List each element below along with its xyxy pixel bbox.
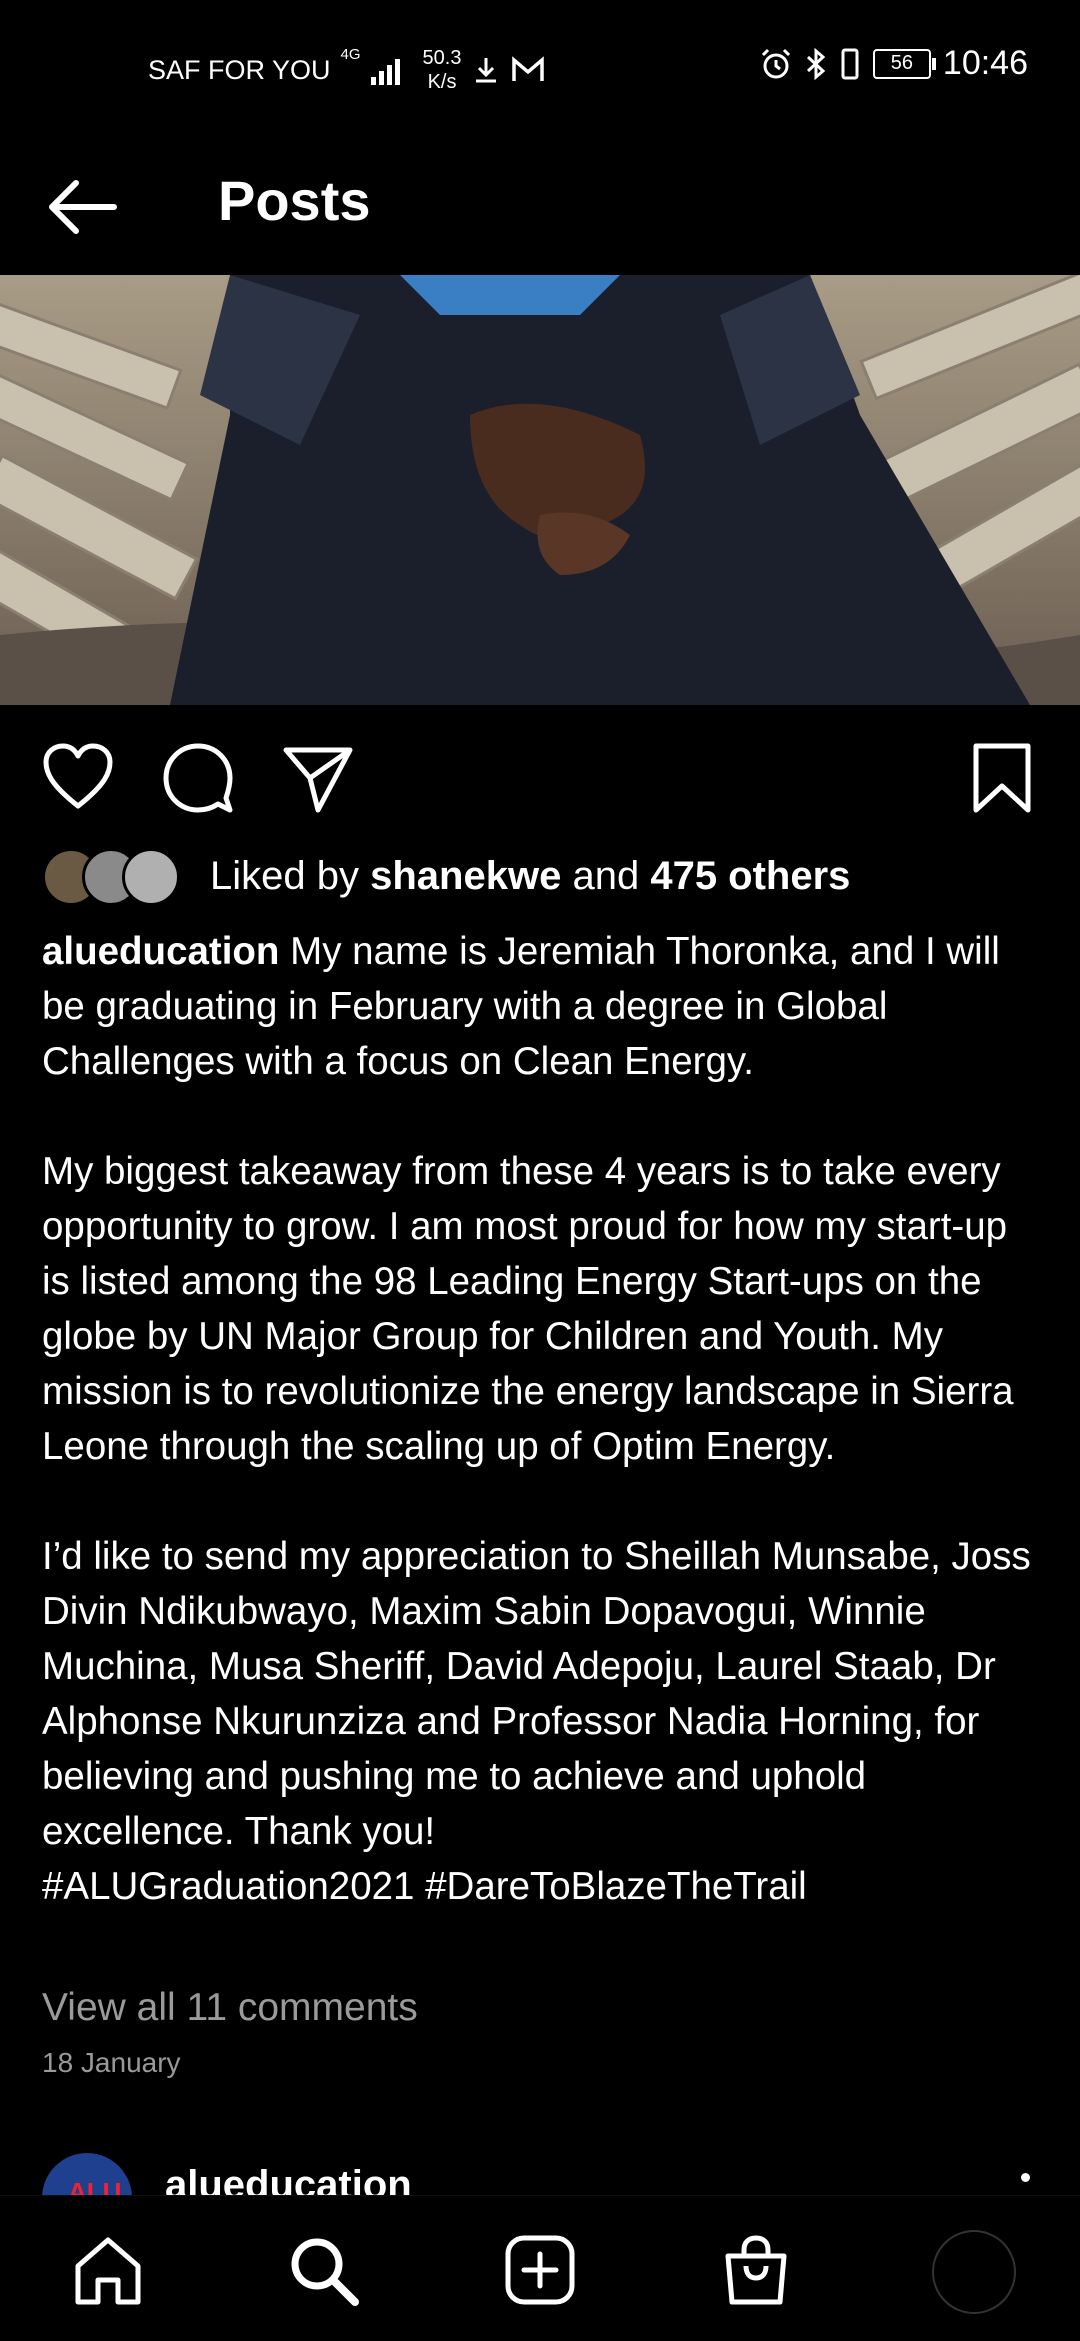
vibrate-icon [841, 48, 859, 79]
paper-plane-icon[interactable] [280, 740, 356, 816]
liker-avatars [42, 848, 192, 906]
battery-level: 56 [890, 52, 914, 74]
plus-square-icon[interactable] [502, 2232, 578, 2308]
view-comments-link[interactable]: View all 11 comments [42, 1980, 418, 2036]
shopping-bag-icon[interactable] [718, 2232, 794, 2308]
page-title: Posts [218, 169, 371, 232]
more-options-icon[interactable] [1021, 2173, 1030, 2182]
comment-bubble-icon[interactable] [160, 740, 236, 816]
avatar[interactable]: ALU [42, 2153, 132, 2195]
avatar [122, 848, 180, 906]
likes-row[interactable]: Liked by shanekwe and 475 others [42, 848, 850, 906]
post-caption: alueducation My name is Jeremiah Thoronk… [42, 924, 1042, 1914]
heart-icon[interactable] [40, 740, 116, 816]
post-actions [0, 730, 1080, 820]
speed-value: 50.3 [422, 47, 462, 69]
liked-by-others[interactable]: 475 others [650, 848, 850, 904]
network-speed: 50.3 K/s [423, 46, 462, 94]
liked-by-prefix: Liked by [210, 854, 359, 898]
caption-author[interactable]: alueducation [42, 930, 279, 973]
next-post-author[interactable]: alueducation [165, 2163, 412, 2195]
battery-indicator: 56 [872, 48, 936, 79]
network-type: 4G [340, 46, 361, 63]
search-icon[interactable] [285, 2232, 361, 2308]
status-left: SAF FOR YOU 4G 50.3 K/s [148, 46, 545, 94]
download-icon [476, 58, 497, 83]
liked-by-user[interactable]: shanekwe [370, 848, 561, 904]
next-post-header: ALU alueducation [0, 2145, 1080, 2195]
post-photo-illustration [0, 275, 1080, 705]
carrier-label: SAF FOR YOU [148, 54, 331, 85]
bottom-navigation [0, 2195, 1080, 2341]
app-bar: Posts [0, 135, 1080, 275]
status-right: 56 10:46 [759, 44, 1028, 83]
post-date: 18 January [42, 2047, 181, 2078]
home-icon[interactable] [70, 2232, 146, 2308]
arrow-left-icon[interactable] [44, 173, 120, 241]
clock: 10:46 [942, 44, 1028, 82]
speed-unit: K/s [427, 71, 457, 93]
caption-text: My name is Jeremiah Thoronka, and I will… [42, 930, 1031, 1908]
signal-icon [370, 59, 400, 85]
gmail-icon [512, 56, 545, 81]
alarm-icon [761, 48, 790, 78]
post-image[interactable] [0, 275, 1080, 705]
status-bar: SAF FOR YOU 4G 50.3 K/s 56 10:46 [0, 0, 1080, 135]
alu-logo-icon: ALU [68, 2177, 122, 2195]
profile-avatar[interactable] [932, 2230, 1016, 2314]
liked-by-middle: and [572, 854, 640, 898]
bluetooth-icon [806, 47, 826, 80]
bookmark-icon[interactable] [966, 740, 1042, 816]
